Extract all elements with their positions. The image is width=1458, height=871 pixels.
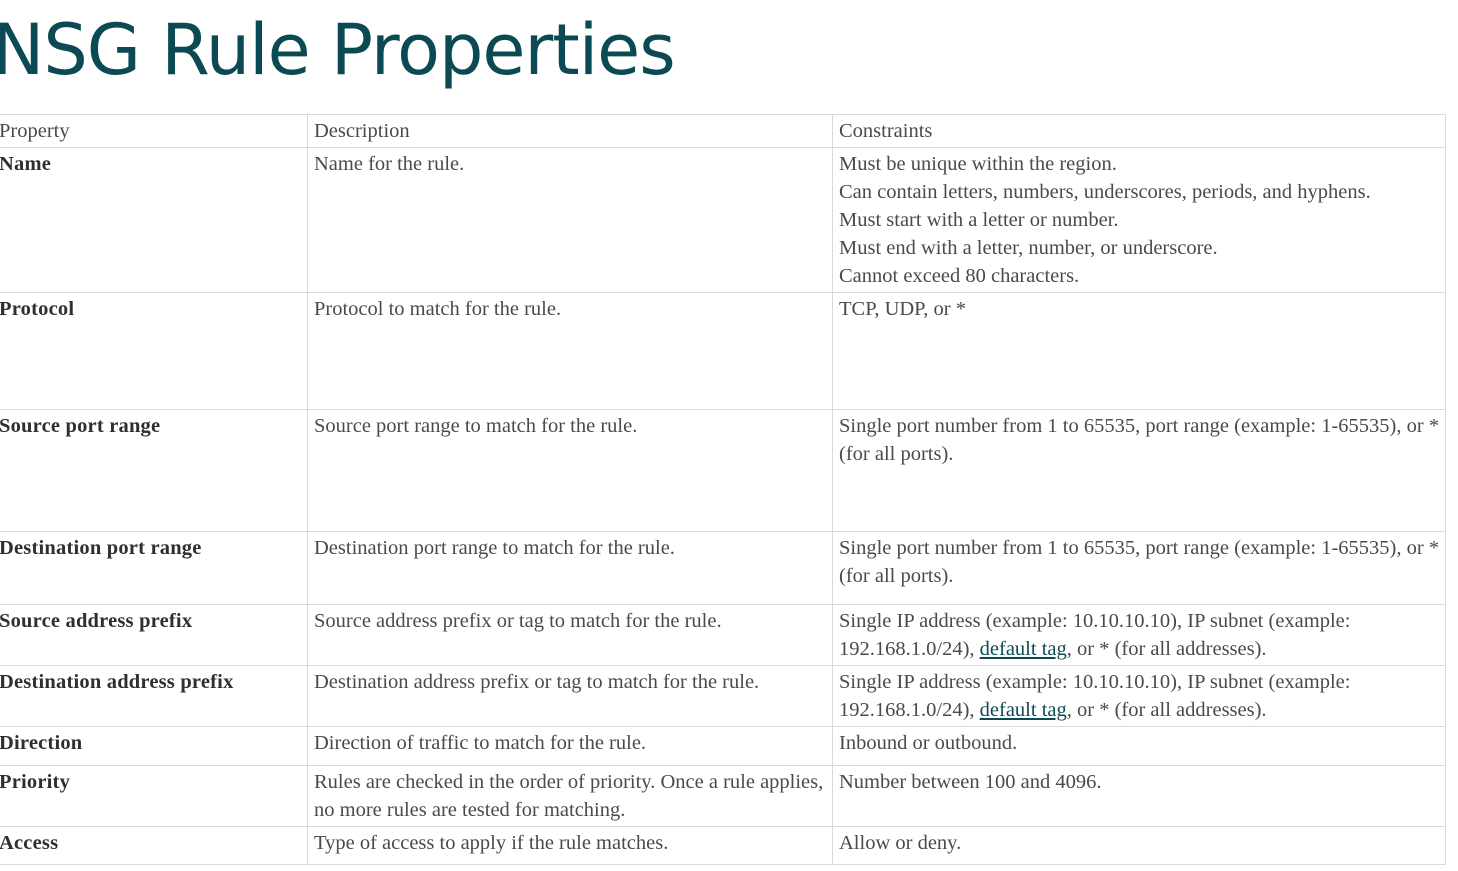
constraints-cell: Single IP address (example: 10.10.10.10)… (832, 665, 1446, 727)
constraint-text: , or * (for all addresses). (1066, 699, 1267, 721)
constraints-cell: Allow or deny. (832, 826, 1446, 865)
constraint-line: Must end with a letter, number, or under… (839, 237, 1218, 259)
property-cell: Source port range (0, 409, 308, 532)
property-cell: Destination port range (0, 531, 308, 605)
constraints-cell: Number between 100 and 4096. (832, 765, 1446, 827)
constraint-line: Must be unique within the region. (839, 153, 1117, 175)
constraint-line: Can contain letters, numbers, underscore… (839, 181, 1371, 203)
header-property: Property (0, 114, 308, 148)
property-cell: Destination address prefix (0, 665, 308, 727)
description-cell: Name for the rule. (307, 147, 833, 293)
slide: NSG Rule Properties Property Description… (0, 0, 1458, 871)
constraint-text: , or * (for all addresses). (1066, 638, 1267, 660)
constraint-line: Cannot exceed 80 characters. (839, 265, 1080, 287)
constraints-cell: Inbound or outbound. (832, 726, 1446, 766)
table-row: Name Name for the rule. Must be unique w… (0, 147, 1446, 293)
property-cell: Priority (0, 765, 308, 827)
description-cell: Rules are checked in the order of priori… (307, 765, 833, 827)
constraint-text: Single port number from 1 to 65535, port… (839, 537, 1440, 587)
constraint-text: Single port number from 1 to 65535, port… (839, 415, 1440, 465)
description-cell: Destination address prefix or tag to mat… (307, 665, 833, 727)
constraints-cell: TCP, UDP, or * (832, 292, 1446, 410)
constraints-cell: Single IP address (example: 10.10.10.10)… (832, 604, 1446, 666)
table-row: Source address prefix Source address pre… (0, 604, 1446, 666)
description-cell: Direction of traffic to match for the ru… (307, 726, 833, 766)
constraints-cell: Single port number from 1 to 65535, port… (832, 531, 1446, 605)
table-row: Direction Direction of traffic to match … (0, 726, 1446, 766)
table-row: Destination port range Destination port … (0, 531, 1446, 605)
constraints-cell: Must be unique within the region. Can co… (832, 147, 1446, 293)
default-tag-link[interactable]: default tag (980, 699, 1067, 721)
constraints-cell: Single port number from 1 to 65535, port… (832, 409, 1446, 532)
property-cell: Source address prefix (0, 604, 308, 666)
property-cell: Protocol (0, 292, 308, 410)
page-title: NSG Rule Properties (0, 9, 676, 91)
property-cell: Name (0, 147, 308, 293)
properties-table: Property Description Constraints Name Na… (0, 114, 1446, 865)
constraint-line: Must start with a letter or number. (839, 209, 1119, 231)
header-constraints: Constraints (832, 114, 1446, 148)
table-row: Protocol Protocol to match for the rule.… (0, 292, 1446, 410)
table-row: Destination address prefix Destination a… (0, 665, 1446, 727)
description-text: Rules are checked in the order of priori… (314, 771, 824, 821)
table-row: Priority Rules are checked in the order … (0, 765, 1446, 827)
description-cell: Type of access to apply if the rule matc… (307, 826, 833, 865)
property-cell: Direction (0, 726, 308, 766)
default-tag-link[interactable]: default tag (980, 638, 1067, 660)
description-cell: Destination port range to match for the … (307, 531, 833, 605)
table-row: Access Type of access to apply if the ru… (0, 826, 1446, 865)
description-cell: Source address prefix or tag to match fo… (307, 604, 833, 666)
description-cell: Source port range to match for the rule. (307, 409, 833, 532)
table-row: Source port range Source port range to m… (0, 409, 1446, 532)
header-description: Description (307, 114, 833, 148)
property-cell: Access (0, 826, 308, 865)
table-header-row: Property Description Constraints (0, 114, 1446, 148)
description-cell: Protocol to match for the rule. (307, 292, 833, 410)
